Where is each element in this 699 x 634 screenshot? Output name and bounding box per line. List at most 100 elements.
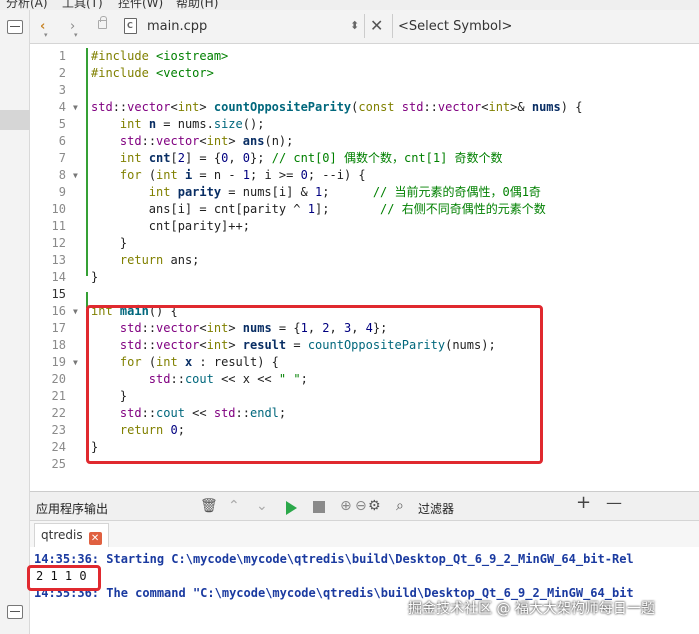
code-text: for (int i = n - 1; i >= 0; --i) { <box>119 168 366 182</box>
code-text: cnt[parity]++; <box>91 219 250 233</box>
main-function-highlight <box>86 305 543 464</box>
left-sidebar <box>0 10 30 634</box>
code-text: int cnt[2] = {0, 0}; // cnt[0] 偶数个数，cnt[… <box>119 151 503 165</box>
code-text: #include <iostream> <box>91 49 229 63</box>
line-number: 6 <box>58 134 66 148</box>
tab-label: qtredis <box>41 528 83 542</box>
line-number: 19 <box>51 355 66 369</box>
code-line[interactable]: 8 ▼ for (int i = n - 1; i >= 0; --i) { <box>30 167 699 184</box>
trash-icon[interactable]: 🗑 <box>200 498 218 514</box>
line-number: 20 <box>51 372 66 386</box>
output-tabs: qtredis ✕ <box>30 521 699 547</box>
code-line[interactable]: 4 ▼ std::vector<int> countOppositeParity(c… <box>30 99 699 116</box>
collapse-output-icon[interactable] <box>7 605 23 619</box>
fold-toggle-icon[interactable]: ▼ <box>73 354 78 371</box>
divider <box>392 14 393 38</box>
stop-icon[interactable] <box>313 501 325 513</box>
line-number: 17 <box>51 321 66 335</box>
divider <box>364 14 365 38</box>
line-number: 12 <box>51 236 66 250</box>
code-text: std::vector<int> countOppositeParity(con… <box>91 100 583 114</box>
output-highlight <box>27 565 101 591</box>
collapse-panel-icon[interactable] <box>7 20 23 34</box>
code-line[interactable]: 6 std::vector<int> ans(n); <box>30 133 699 150</box>
code-text: ans[i] = cnt[parity ^ 1]; // 右侧不同奇偶性的元素个… <box>91 202 546 216</box>
code-line[interactable]: 5 int n = nums.size(); <box>30 116 699 133</box>
menu-item-tools[interactable]: 工具(T) <box>62 0 103 10</box>
output-panel-title: 应用程序输出 <box>36 502 109 516</box>
line-number: 15 <box>51 287 66 301</box>
code-line[interactable]: 3 <box>30 82 699 99</box>
line-number: 16 <box>51 304 66 318</box>
lock-icon <box>98 16 107 29</box>
run-icon[interactable] <box>286 501 297 515</box>
line-number: 4 <box>58 100 66 114</box>
back-dropdown-icon[interactable]: ▾ <box>44 27 48 43</box>
line-number: 14 <box>51 270 66 284</box>
menu-item-help[interactable]: 帮助(H) <box>176 0 218 10</box>
code-text: } <box>91 236 128 250</box>
line-number: 7 <box>58 151 66 165</box>
log-line: 14:35:36: Starting C:\mycode\mycode\qtre… <box>34 552 634 566</box>
symbol-selector[interactable]: <Select Symbol> <box>398 19 512 34</box>
menu-bar: 分析(A) 工具(T) 控件(W) 帮助(H) <box>0 0 699 10</box>
output-panel-header: 应用程序输出 🗑 ⌃ ⌄ ⊕ ⊖ ⚙ ⌕ 过滤器 + — <box>30 491 699 521</box>
cpp-file-icon <box>124 18 137 34</box>
line-number: 3 <box>58 83 66 97</box>
line-number: 25 <box>51 457 66 471</box>
forward-dropdown-icon[interactable]: ▾ <box>74 27 78 43</box>
code-text: #include <vector> <box>91 66 214 80</box>
watermark: 掘金技术社区 @ 福大大架构师每日一题 <box>408 601 655 617</box>
code-line[interactable]: 7 int cnt[2] = {0, 0}; // cnt[0] 偶数个数，cn… <box>30 150 699 167</box>
minimize-icon[interactable]: — <box>606 495 622 511</box>
chevron-down-icon[interactable]: ⌄ <box>256 498 268 514</box>
close-icon[interactable]: ✕ <box>88 532 102 545</box>
close-icon[interactable]: ✕ <box>370 16 383 35</box>
tab-qtredis[interactable]: qtredis ✕ <box>34 523 109 547</box>
line-number: 1 <box>58 49 66 63</box>
zoom-out-icon[interactable]: ⊖ <box>355 498 367 514</box>
code-text: int parity = nums[i] & 1; // 当前元素的奇偶性，0偶… <box>148 185 541 199</box>
code-line[interactable]: 9 int parity = nums[i] & 1; // 当前元素的奇偶性，… <box>30 184 699 201</box>
line-number: 9 <box>58 185 66 199</box>
line-number: 24 <box>51 440 66 454</box>
code-line[interactable]: 11 cnt[parity]++; <box>30 218 699 235</box>
fold-toggle-icon[interactable]: ▼ <box>73 167 78 184</box>
search-icon: ⌕ <box>396 498 404 514</box>
line-number: 22 <box>51 406 66 420</box>
code-text: } <box>91 270 99 284</box>
code-line[interactable]: 14} <box>30 269 699 286</box>
line-number: 5 <box>58 117 66 131</box>
line-number: 8 <box>58 168 66 182</box>
fold-toggle-icon[interactable]: ▼ <box>73 99 78 116</box>
filter-input[interactable]: 过滤器 <box>418 500 454 517</box>
line-number: 21 <box>51 389 66 403</box>
code-text: return ans; <box>119 253 200 267</box>
line-number: 23 <box>51 423 66 437</box>
add-icon[interactable]: + <box>576 494 591 512</box>
zoom-in-icon[interactable]: ⊕ <box>340 498 352 514</box>
sidebar-selected-row[interactable] <box>0 110 30 130</box>
output-log[interactable]: 14:35:36: Starting C:\mycode\mycode\qtre… <box>30 547 699 634</box>
editor-toolbar: ‹ ▾ › ▾ main.cpp ⬍ ✕ <Select Symbol> <box>30 10 699 44</box>
chevron-down-icon[interactable]: ⬍ <box>350 19 359 32</box>
menu-item-widgets[interactable]: 控件(W) <box>118 0 163 10</box>
line-number: 18 <box>51 338 66 352</box>
code-line[interactable]: 10 ans[i] = cnt[parity ^ 1]; // 右侧不同奇偶性的… <box>30 201 699 218</box>
code-line[interactable]: 15 <box>30 286 699 303</box>
line-number: 10 <box>51 202 66 216</box>
line-number: 13 <box>51 253 66 267</box>
line-number: 11 <box>51 219 66 233</box>
code-line[interactable]: 2 #include <vector> <box>30 65 699 82</box>
code-text: int n = nums.size(); <box>119 117 265 131</box>
chevron-up-icon[interactable]: ⌃ <box>228 498 240 514</box>
line-number: 2 <box>58 66 66 80</box>
menu-item-analyze[interactable]: 分析(A) <box>6 0 48 10</box>
code-line[interactable]: 1 #include <iostream> <box>30 48 699 65</box>
code-line[interactable]: 12 } <box>30 235 699 252</box>
open-file-selector[interactable]: main.cpp <box>147 19 207 34</box>
gear-icon[interactable]: ⚙ <box>368 498 381 514</box>
fold-toggle-icon[interactable]: ▼ <box>73 303 78 320</box>
code-line[interactable]: 13 return ans; <box>30 252 699 269</box>
code-text: std::vector<int> ans(n); <box>119 134 294 148</box>
